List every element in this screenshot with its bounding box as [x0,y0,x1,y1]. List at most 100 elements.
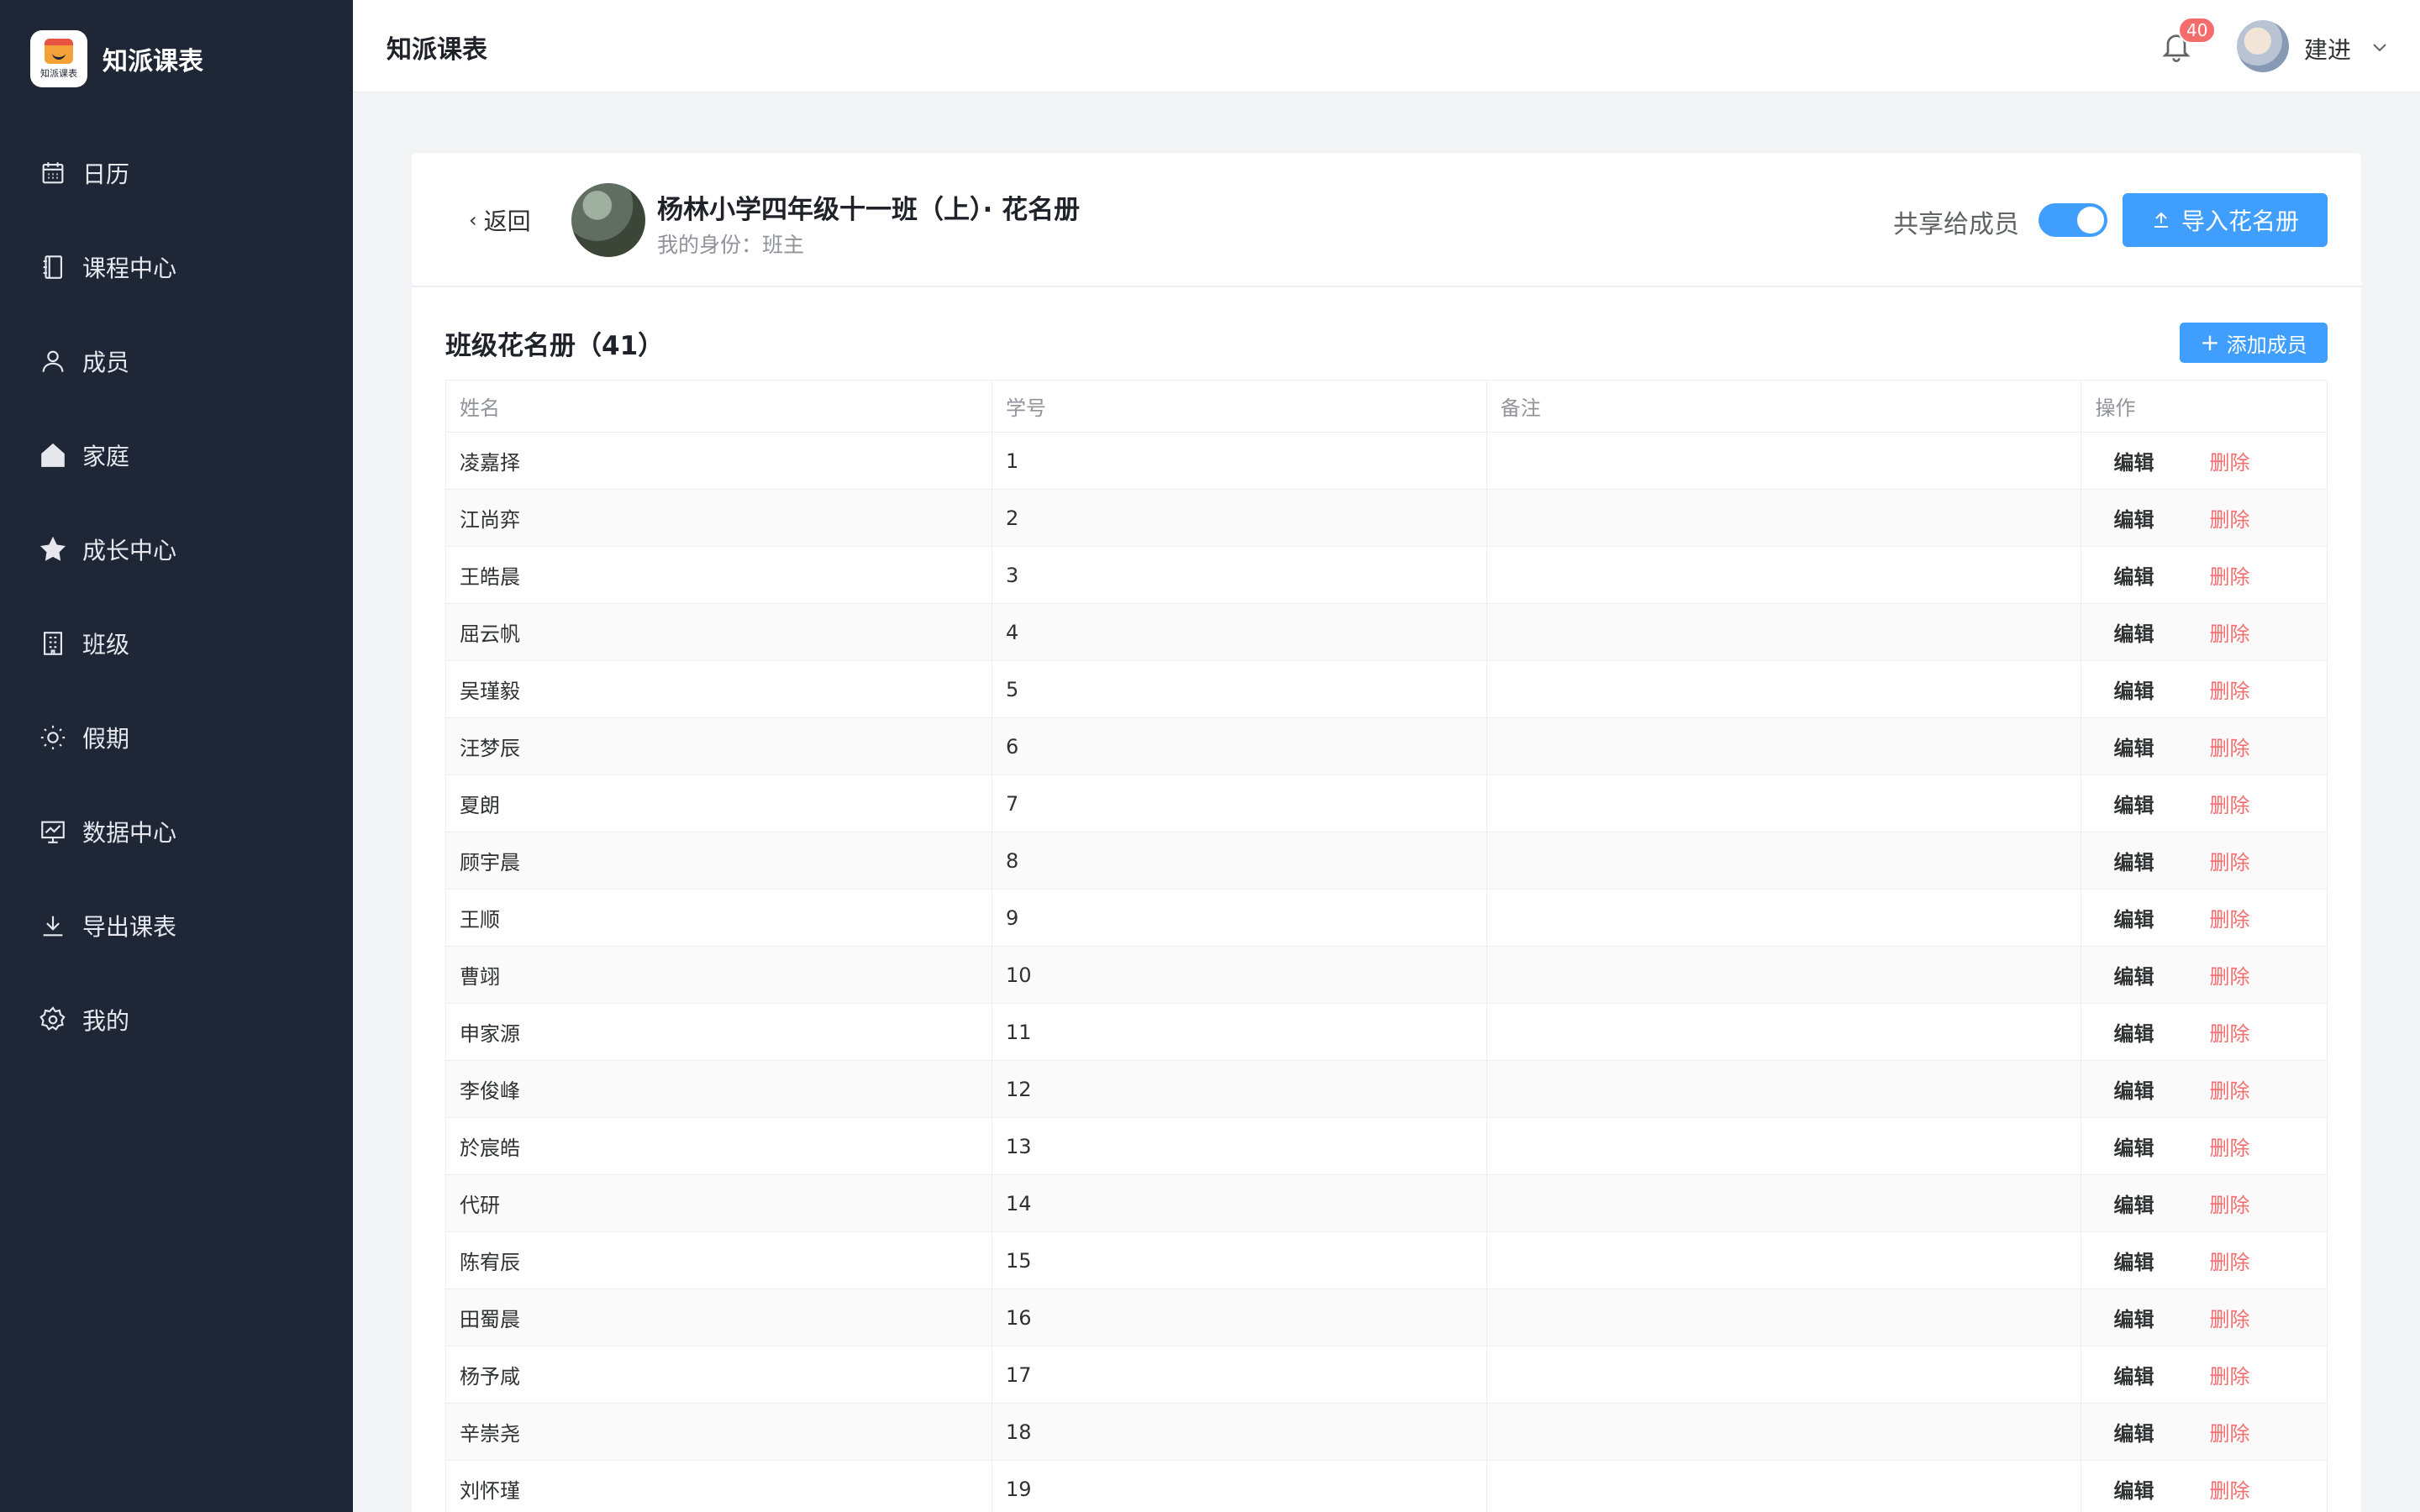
delete-button[interactable]: 删除 [2209,1360,2249,1389]
edit-button[interactable]: 编辑 [2113,1189,2154,1218]
column-header-id[interactable]: 学号 [992,380,1487,433]
table-row: 屈云帆 4 编辑 删除 [445,603,2328,661]
share-toggle[interactable] [2039,203,2107,237]
delete-button[interactable]: 删除 [2209,1189,2249,1218]
sidebar-item-chart[interactable]: 数据中心 [0,785,353,879]
delete-button[interactable]: 删除 [2209,846,2249,875]
edit-button[interactable]: 编辑 [2113,960,2154,990]
edit-button[interactable]: 编辑 [2113,675,2154,704]
edit-button[interactable]: 编辑 [2113,503,2154,533]
delete-button[interactable]: 删除 [2209,675,2249,704]
sidebar-item-label: 课程中心 [82,255,177,282]
chevron-left-icon: ‹ [469,208,477,232]
delete-button[interactable]: 删除 [2209,1017,2249,1047]
notification-badge: 40 [2178,17,2217,44]
edit-button[interactable]: 编辑 [2113,1303,2154,1332]
edit-button[interactable]: 编辑 [2113,1474,2154,1504]
delete-button[interactable]: 删除 [2209,903,2249,932]
cell-note [1486,889,2082,947]
cell-student-id: 13 [992,1117,1487,1175]
back-button[interactable]: ‹ 返回 [469,203,531,237]
edit-button[interactable]: 编辑 [2113,446,2154,475]
add-member-button[interactable]: + 添加成员 [2180,323,2328,363]
edit-button[interactable]: 编辑 [2113,1360,2154,1389]
sidebar-item-calendar[interactable]: 日历 [0,126,353,220]
delete-button[interactable]: 删除 [2209,1131,2249,1161]
group-avatar [571,183,645,257]
sidebar-item-download[interactable]: 导出课表 [0,879,353,973]
sidebar-item-gear[interactable]: 我的 [0,973,353,1067]
cell-student-id: 5 [992,660,1487,718]
cell-note [1486,946,2082,1004]
delete-button[interactable]: 删除 [2209,1074,2249,1104]
sidebar-item-sun[interactable]: 假期 [0,690,353,785]
sidebar-item-label: 家庭 [82,443,130,470]
edit-button[interactable]: 编辑 [2113,732,2154,761]
back-label: 返回 [483,207,531,235]
avatar[interactable] [2237,20,2289,72]
cell-student-id: 15 [992,1231,1487,1289]
cell-name: 曹翊 [445,946,993,1004]
brand[interactable]: 知派课表 知派课表 [30,30,203,87]
delete-button[interactable]: 删除 [2209,446,2249,475]
notebook-icon [39,253,67,281]
chevron-down-icon[interactable] [2370,37,2390,57]
delete-button[interactable]: 删除 [2209,732,2249,761]
sidebar-item-label: 班级 [82,631,130,659]
cell-actions: 编辑 删除 [2081,603,2328,661]
cell-note [1486,1460,2082,1512]
sidebar-item-home[interactable]: 家庭 [0,408,353,502]
cell-student-id: 9 [992,889,1487,947]
delete-button[interactable]: 删除 [2209,503,2249,533]
sidebar-item-label: 日历 [82,160,130,188]
sidebar-item-star[interactable]: 成长中心 [0,502,353,596]
edit-button[interactable]: 编辑 [2113,1131,2154,1161]
edit-button[interactable]: 编辑 [2113,903,2154,932]
cell-name: 汪梦辰 [445,717,993,775]
edit-button[interactable]: 编辑 [2113,1074,2154,1104]
delete-button[interactable]: 删除 [2209,789,2249,818]
edit-button[interactable]: 编辑 [2113,1417,2154,1446]
sidebar-item-user[interactable]: 成员 [0,314,353,408]
cell-student-id: 10 [992,946,1487,1004]
sidebar-item-notebook[interactable]: 课程中心 [0,220,353,314]
table-row: 李俊峰 12 编辑 删除 [445,1060,2328,1118]
cell-actions: 编辑 删除 [2081,1231,2328,1289]
cell-note [1486,489,2082,547]
edit-button[interactable]: 编辑 [2113,1017,2154,1047]
cell-name: 江尚弈 [445,489,993,547]
delete-button[interactable]: 删除 [2209,960,2249,990]
cell-note [1486,546,2082,604]
cell-note [1486,1174,2082,1232]
delete-button[interactable]: 删除 [2209,1246,2249,1275]
cell-student-id: 8 [992,832,1487,890]
delete-button[interactable]: 删除 [2209,560,2249,590]
sidebar-item-building[interactable]: 班级 [0,596,353,690]
delete-button[interactable]: 删除 [2209,1417,2249,1446]
table-row: 江尚弈 2 编辑 删除 [445,489,2328,547]
cell-name: 顾宇晨 [445,832,993,890]
table-header-row: 姓名 学号 备注 操作 [445,380,2328,433]
roster-card: ‹ 返回 杨林小学四年级十一班（上）· 花名册 我的身份：班主 共享给成员 导入… [412,153,2361,1512]
import-roster-label: 导入花名册 [2181,207,2299,235]
delete-button[interactable]: 删除 [2209,1303,2249,1332]
edit-button[interactable]: 编辑 [2113,846,2154,875]
cell-actions: 编辑 删除 [2081,1460,2328,1512]
edit-button[interactable]: 编辑 [2113,617,2154,647]
edit-button[interactable]: 编辑 [2113,560,2154,590]
cell-name: 吴瑾毅 [445,660,993,718]
user-name[interactable]: 建进 [2304,32,2351,66]
edit-button[interactable]: 编辑 [2113,789,2154,818]
cell-name: 杨予咸 [445,1346,993,1404]
cell-name: 王皓晨 [445,546,993,604]
cell-name: 田蜀晨 [445,1289,993,1347]
user-icon [39,347,67,375]
table-row: 王皓晨 3 编辑 删除 [445,546,2328,604]
edit-button[interactable]: 编辑 [2113,1246,2154,1275]
column-header-name[interactable]: 姓名 [445,380,993,433]
delete-button[interactable]: 删除 [2209,617,2249,647]
column-header-note[interactable]: 备注 [1486,380,2082,433]
download-icon [39,911,67,940]
import-roster-button[interactable]: 导入花名册 [2123,193,2328,247]
delete-button[interactable]: 删除 [2209,1474,2249,1504]
